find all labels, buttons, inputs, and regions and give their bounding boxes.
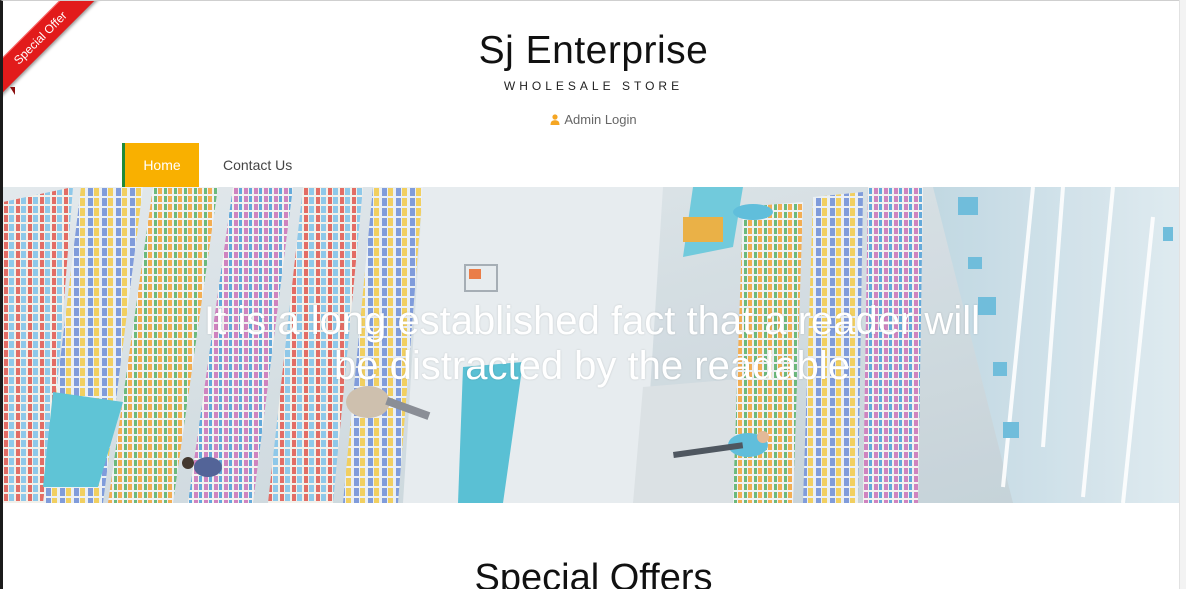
special-offer-ribbon[interactable]: Special Offer	[3, 1, 113, 111]
page: Special Offer Sj Enterprise WHOLESALE ST…	[0, 0, 1184, 589]
page-scrollbar[interactable]	[1179, 0, 1186, 589]
hero-caption: It is a long established fact that a rea…	[204, 299, 980, 388]
main-nav: Home Contact Us	[122, 143, 308, 187]
nav-item-home[interactable]: Home	[122, 143, 199, 187]
ribbon-label[interactable]: Special Offer	[3, 1, 102, 100]
admin-login-link[interactable]: Admin Login	[3, 112, 1184, 128]
hero-banner: It is a long established fact that a rea…	[3, 187, 1181, 503]
site-title: Sj Enterprise	[478, 29, 709, 72]
special-offers-heading: Special Offers	[474, 557, 713, 589]
nav-item-contact-us[interactable]: Contact Us	[199, 143, 308, 187]
site-subtitle: WHOLESALE STORE	[503, 79, 684, 93]
user-icon	[550, 113, 560, 128]
admin-login-label[interactable]: Admin Login	[564, 112, 636, 127]
